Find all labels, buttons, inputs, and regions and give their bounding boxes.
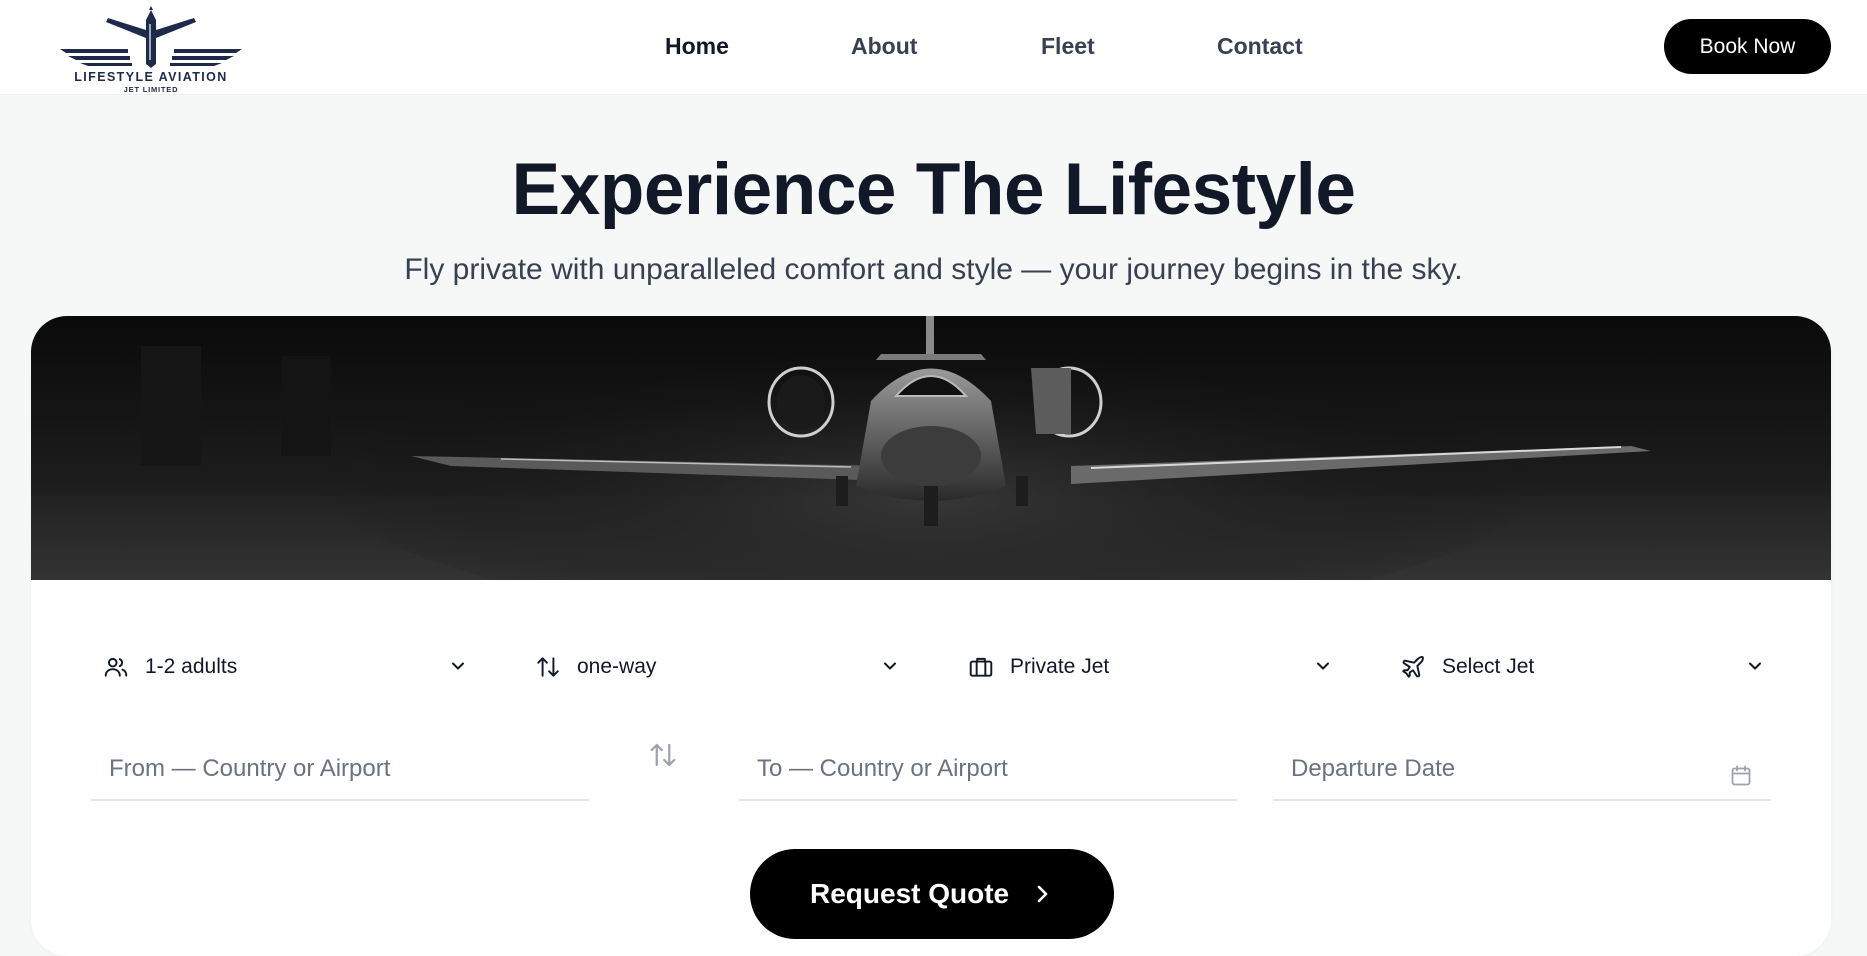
users-icon xyxy=(104,657,128,677)
departure-date-field[interactable]: Departure Date xyxy=(1273,734,1771,801)
chevron-down-icon xyxy=(452,662,464,670)
private-jet-hero-image xyxy=(31,316,1831,580)
chevron-down-icon xyxy=(1749,662,1761,670)
private-jet-image-icon xyxy=(31,316,1831,580)
aircraft-class-value: Private Jet xyxy=(1010,655,1110,678)
jet-wings-logo-icon xyxy=(60,6,242,68)
plane-icon xyxy=(1402,656,1424,678)
nav-contact[interactable]: Contact xyxy=(1217,30,1303,62)
arrows-up-down-icon xyxy=(537,657,559,677)
passengers-value: 1-2 adults xyxy=(145,655,238,678)
nav-fleet[interactable]: Fleet xyxy=(1041,30,1095,62)
logo[interactable]: LIFESTYLE AVIATION JET LIMITED xyxy=(58,4,244,94)
book-now-button[interactable]: Book Now xyxy=(1664,19,1831,74)
to-field[interactable]: To — Country or Airport xyxy=(739,734,1237,801)
calendar-icon[interactable] xyxy=(1729,764,1753,788)
logo-name: LIFESTYLE AVIATION xyxy=(74,70,228,84)
chevron-down-icon xyxy=(884,662,896,670)
from-placeholder: From — Country or Airport xyxy=(109,755,391,782)
site-header: LIFESTYLE AVIATION JET LIMITED Home Abou… xyxy=(0,0,1867,95)
booking-card: 1-2 adults one-way Private Jet Select Je… xyxy=(31,316,1831,956)
nav-home[interactable]: Home xyxy=(665,30,729,62)
departure-date-placeholder: Departure Date xyxy=(1291,755,1456,782)
logo-subtitle: JET LIMITED xyxy=(123,85,179,94)
passengers-select[interactable]: 1-2 adults xyxy=(103,646,468,686)
trip-type-value: one-way xyxy=(577,655,657,678)
hero-subtitle: Fly private with unparalleled comfort an… xyxy=(404,253,1463,286)
aircraft-class-select[interactable]: Private Jet xyxy=(968,646,1333,686)
chevron-down-icon xyxy=(1317,662,1329,670)
swap-locations-icon[interactable] xyxy=(648,740,678,770)
request-quote-button[interactable]: Request Quote xyxy=(750,849,1114,939)
trip-type-select[interactable]: one-way xyxy=(535,646,900,686)
from-field[interactable]: From — Country or Airport xyxy=(91,734,589,801)
jet-select[interactable]: Select Jet xyxy=(1400,646,1765,686)
jet-value: Select Jet xyxy=(1442,655,1535,678)
chevron-right-icon xyxy=(1037,885,1048,903)
briefcase-icon xyxy=(969,657,993,677)
to-placeholder: To — Country or Airport xyxy=(757,755,1008,782)
nav-about[interactable]: About xyxy=(851,30,917,62)
hero-title: Experience The Lifestyle xyxy=(511,149,1356,230)
request-quote-label: Request Quote xyxy=(810,878,1010,909)
